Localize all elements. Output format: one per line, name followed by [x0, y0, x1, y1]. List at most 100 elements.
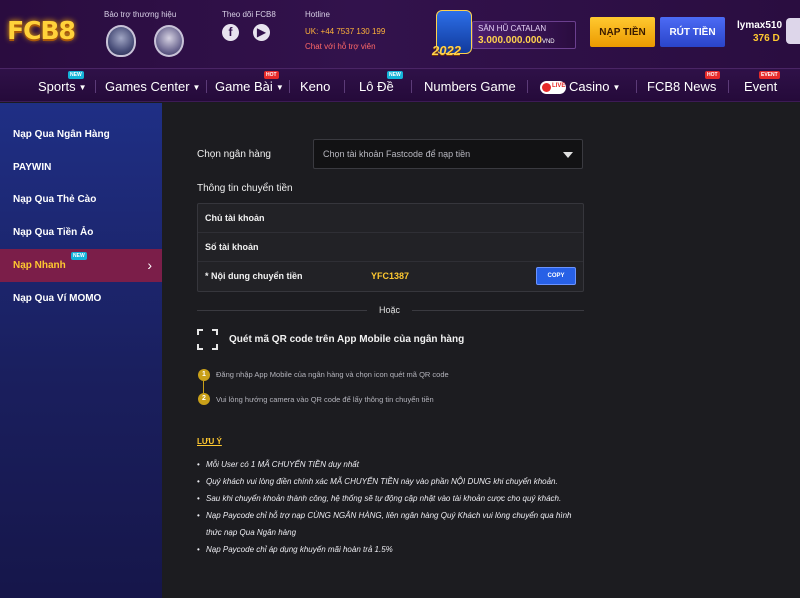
round-crest-icon[interactable] — [154, 25, 184, 57]
avatar[interactable] — [786, 18, 800, 44]
nav-sports-label: Sports — [38, 79, 76, 94]
sidebar-item-label: Nạp Qua Ngân Hàng — [13, 129, 110, 140]
new-badge: NEW — [71, 252, 87, 260]
sidebar-item-quick-deposit[interactable]: Nạp Nhanh NEW › — [0, 249, 162, 282]
fcb8-logo[interactable]: FCB8 — [2, 4, 80, 62]
transfer-info-table: Chủ tài khoản Số tài khoản * Nội dung ch… — [197, 203, 584, 292]
sidebar-item-label: Nạp Qua Tiền Ảo — [13, 227, 94, 238]
nav-divider — [344, 80, 345, 93]
sidebar-item-bank-transfer[interactable]: Nạp Qua Ngân Hàng — [0, 118, 162, 151]
nav-event-label: Event — [744, 79, 778, 94]
nav-games-center[interactable]: Games Center ▼ — [105, 79, 200, 94]
list-item: Quý khách vui lòng điền chính xác MÃ CHU… — [197, 473, 587, 490]
nav-divider — [728, 80, 729, 93]
nav-fcb8-news-badge: HOT — [705, 71, 720, 79]
top-header: FCB8 Bảo trợ thương hiệu Theo dõi FCB8 f… — [0, 0, 800, 68]
nav-divider — [206, 80, 207, 93]
nav-game-bai-label: Game Bài — [215, 79, 273, 94]
nav-divider — [411, 80, 412, 93]
youtube-icon[interactable]: ▶ — [253, 24, 270, 41]
nav-lo-de-badge: NEW — [387, 71, 403, 79]
sidebar-item-label: Nạp Nhanh — [13, 260, 66, 271]
nav-sports-badge: NEW — [68, 71, 84, 79]
nav-game-bai[interactable]: Game Bài ▼ — [215, 79, 284, 94]
hotline-number[interactable]: UK: +44 7537 130 199 — [305, 27, 385, 36]
nav-divider — [95, 80, 96, 93]
chevron-down-icon: ▼ — [192, 83, 201, 93]
bank-select-label: Chọn ngân hàng — [197, 149, 271, 160]
jackpot-amount-value: 3.000.000.000 — [478, 35, 542, 46]
table-row: Chủ tài khoản — [198, 204, 583, 233]
or-divider-text: Hoặc — [379, 305, 401, 315]
caret-down-icon — [563, 152, 573, 158]
transfer-info-title: Thông tin chuyển tiền — [197, 183, 293, 194]
sidebar-item-label: PAYWIN — [13, 162, 52, 173]
nav-keno[interactable]: Keno — [300, 79, 330, 94]
nav-fcb8-news-label: FCB8 News — [647, 79, 717, 94]
notes-list: Mỗi User có 1 MÃ CHUYỂN TIỀN duy nhất Qu… — [197, 456, 587, 558]
nav-event[interactable]: Event — [744, 79, 777, 94]
hotline-label: Hotline — [305, 10, 330, 19]
shield-crest-icon[interactable] — [106, 25, 136, 57]
facebook-icon[interactable]: f — [222, 24, 239, 41]
username[interactable]: lymax510 — [737, 20, 782, 31]
divider-left — [197, 310, 367, 311]
bank-select[interactable]: Chọn tài khoản Fastcode để nạp tiền — [313, 139, 583, 169]
step-text: Vui lòng hướng camera vào QR code để lấy… — [216, 395, 434, 404]
nav-divider — [636, 80, 637, 93]
step-text: Đăng nhập App Mobile của ngân hàng và ch… — [216, 370, 449, 379]
jackpot-currency: VND — [541, 39, 555, 45]
main-nav: Sports ▼ NEW Games Center ▼ Game Bài ▼ HOT … — [0, 68, 800, 102]
chevron-down-icon: ▼ — [78, 83, 87, 93]
account-number-label: Số tài khoản — [205, 242, 259, 252]
deposit-sidebar: Nạp Qua Ngân Hàng PAYWIN Nạp Qua Thẻ Cào… — [0, 103, 162, 598]
qr-scan-icon — [197, 329, 218, 350]
withdraw-button[interactable]: RÚT TIỀN — [660, 17, 725, 47]
nav-lo-de-label: Lô Đề — [359, 79, 394, 94]
nav-casino[interactable]: LIVE Casino ▼ — [540, 79, 621, 95]
sidebar-item-crypto[interactable]: Nạp Qua Tiền Ảo — [0, 216, 162, 249]
list-item: Nạp Paycode chỉ áp dụng khuyến mãi hoàn … — [197, 541, 587, 558]
notes-title: LƯU Ý — [197, 437, 222, 446]
chevron-down-icon: ▼ — [275, 83, 284, 93]
step-connector — [203, 381, 204, 393]
nav-fcb8-news[interactable]: FCB8 News — [647, 79, 716, 94]
deposit-button[interactable]: NẠP TIỀN — [590, 17, 655, 47]
copy-button[interactable]: COPY — [536, 267, 576, 285]
nav-numbers-game[interactable]: Numbers Game — [424, 79, 516, 94]
nav-keno-label: Keno — [300, 79, 331, 94]
chevron-down-icon: ▼ — [612, 83, 621, 93]
transfer-code[interactable]: YFC1387 — [371, 271, 409, 281]
jackpot-title: SĂN HŨ CATALAN — [478, 24, 547, 33]
nav-numbers-game-label: Numbers Game — [424, 79, 516, 94]
bank-select-value: Chọn tài khoản Fastcode để nạp tiền — [323, 149, 471, 159]
jackpot-year: 2022 — [432, 43, 461, 58]
sponsor-label: Bảo trợ thương hiệu — [104, 10, 177, 19]
nav-divider — [289, 80, 290, 93]
table-row: Số tài khoản — [198, 233, 583, 262]
nav-event-badge: EVENT — [759, 71, 780, 79]
table-row: * Nội dung chuyển tiền YFC1387 COPY — [198, 262, 583, 291]
balance: 376 D — [753, 33, 780, 44]
transfer-content-label: * Nội dung chuyển tiền — [205, 271, 303, 281]
live-label: LIVE — [552, 83, 566, 90]
nav-sports[interactable]: Sports ▼ — [38, 79, 87, 94]
logo-text: FCB8 — [7, 16, 76, 45]
live-icon: LIVE — [540, 81, 566, 95]
sidebar-item-scratch-card[interactable]: Nạp Qua Thẻ Cào — [0, 183, 162, 216]
sidebar-item-paywin[interactable]: PAYWIN — [0, 151, 162, 184]
nav-casino-label: Casino — [569, 79, 610, 94]
list-item: Mỗi User có 1 MÃ CHUYỂN TIỀN duy nhất — [197, 456, 587, 473]
sidebar-item-label: Nạp Qua Thẻ Cào — [13, 194, 97, 205]
step-number: 1 — [198, 369, 210, 381]
step-number: 2 — [198, 393, 210, 405]
sidebar-item-momo[interactable]: Nạp Qua Ví MOMO — [0, 282, 162, 315]
sidebar-item-label: Nạp Qua Ví MOMO — [13, 293, 102, 304]
chevron-right-icon: › — [147, 257, 152, 273]
jackpot-amount: 3.000.000.000VND — [478, 35, 555, 46]
support-chat-link[interactable]: Chat với hỗ trợ viên — [305, 42, 376, 51]
nav-divider — [527, 80, 528, 93]
nav-game-bai-badge: HOT — [264, 71, 279, 79]
follow-label: Theo dõi FCB8 — [222, 10, 276, 19]
nav-lo-de[interactable]: Lô Đề — [359, 79, 394, 94]
